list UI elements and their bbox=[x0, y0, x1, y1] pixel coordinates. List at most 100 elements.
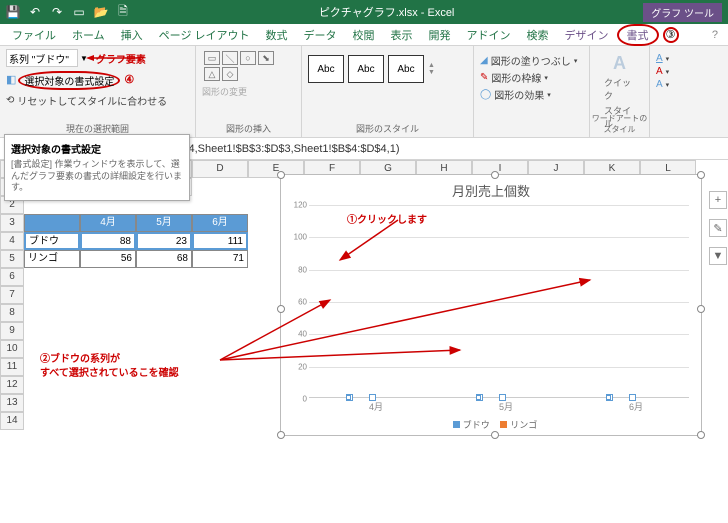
shape-style-gallery[interactable]: Abc Abc Abc ▲ ▼ bbox=[308, 49, 467, 89]
cell[interactable]: 56 bbox=[80, 250, 136, 268]
reset-style-button[interactable]: リセットしてスタイルに合わせる bbox=[17, 93, 167, 108]
annotation-series-1: ②ブドウの系列が bbox=[40, 350, 120, 365]
ribbon-group-wordart: A クイック スタイル ワードアートのスタイル bbox=[590, 46, 650, 137]
legend-label-1: ブドウ bbox=[463, 420, 490, 430]
tab-home[interactable]: ホーム bbox=[64, 24, 113, 46]
chart-bars[interactable]: 4月 5月 6月 bbox=[309, 205, 689, 398]
tab-file[interactable]: ファイル bbox=[4, 24, 64, 46]
chart-elements-button[interactable]: + bbox=[709, 191, 727, 209]
shape-change-button: 図形の変更 bbox=[202, 85, 295, 98]
shape-fill-button[interactable]: ◢図形の塗りつぶし▾ bbox=[480, 53, 583, 68]
tab-search[interactable]: 検索 bbox=[519, 24, 557, 46]
cell[interactable] bbox=[24, 214, 80, 232]
resize-handle[interactable] bbox=[697, 305, 705, 313]
cell[interactable]: 6月 bbox=[192, 214, 248, 232]
chart-legend[interactable]: ブドウ リンゴ bbox=[281, 418, 701, 431]
cell[interactable]: 23 bbox=[136, 232, 192, 250]
shape-gallery[interactable]: ▭ ＼ ○ ⬊ △ ◇ bbox=[202, 49, 278, 83]
chart-title[interactable]: 月別売上個数 bbox=[281, 181, 701, 200]
chart-filter-button[interactable]: ▼ bbox=[709, 247, 727, 265]
cell[interactable]: 111 bbox=[192, 232, 248, 250]
shape-arrow-icon[interactable]: ⬊ bbox=[258, 51, 274, 65]
cell[interactable]: ブドウ bbox=[24, 232, 80, 250]
effects-icon: ◯ bbox=[480, 89, 491, 100]
row-header[interactable]: 6 bbox=[0, 268, 24, 286]
undo-icon[interactable]: ↶ bbox=[28, 5, 42, 19]
gallery-up-icon[interactable]: ▲ bbox=[428, 62, 435, 69]
chart-element-selector[interactable] bbox=[6, 49, 78, 67]
cell[interactable]: リンゴ bbox=[24, 250, 80, 268]
tab-data[interactable]: データ bbox=[296, 24, 345, 46]
annotation-graph-element: グラフ要素 bbox=[96, 51, 146, 66]
shape-oval-icon[interactable]: ○ bbox=[240, 51, 256, 65]
format-selection-button[interactable]: 選択対象の書式設定 bbox=[18, 71, 120, 90]
cell[interactable]: 5月 bbox=[136, 214, 192, 232]
tab-developer[interactable]: 開発 bbox=[421, 24, 459, 46]
ribbon-group-styles: Abc Abc Abc ▲ ▼ 図形のスタイル bbox=[302, 46, 474, 137]
open-icon[interactable]: 📂 bbox=[94, 5, 108, 19]
shape-callout-icon[interactable]: ◇ bbox=[222, 67, 238, 81]
new-icon[interactable]: ▭ bbox=[72, 5, 86, 19]
save-icon[interactable]: 💾 bbox=[6, 5, 20, 19]
row-header[interactable]: 9 bbox=[0, 322, 24, 340]
shape-effects-button[interactable]: ◯図形の効果▾ bbox=[480, 87, 583, 102]
cell[interactable]: 88 bbox=[80, 232, 136, 250]
row-header[interactable]: 4 bbox=[0, 232, 24, 250]
resize-handle[interactable] bbox=[277, 431, 285, 439]
resize-handle[interactable] bbox=[491, 171, 499, 179]
resize-handle[interactable] bbox=[277, 171, 285, 179]
ribbon-tabs: ファイル ホーム 挿入 ページ レイアウト 数式 データ 校閲 表示 開発 アド… bbox=[0, 24, 728, 46]
chart-styles-button[interactable]: ✎ bbox=[709, 219, 727, 237]
style-preset-1[interactable]: Abc bbox=[308, 55, 344, 83]
resize-handle[interactable] bbox=[697, 171, 705, 179]
worksheet-grid[interactable]: A B C D E F G H I J K L 1月別売上個数 2 3 4月 5… bbox=[0, 160, 728, 522]
preview-icon[interactable]: 🗎 bbox=[116, 5, 130, 19]
text-effects-button[interactable]: A▾ bbox=[656, 79, 704, 90]
row-header[interactable]: 11 bbox=[0, 358, 24, 376]
row-header[interactable]: 5 bbox=[0, 250, 24, 268]
group-label-styles: 図形のスタイル bbox=[302, 122, 473, 135]
row-header[interactable]: 13 bbox=[0, 394, 24, 412]
tab-view[interactable]: 表示 bbox=[383, 24, 421, 46]
text-outline-button[interactable]: A▾ bbox=[656, 66, 704, 77]
gallery-down-icon[interactable]: ▼ bbox=[428, 69, 435, 76]
shape-outline-button[interactable]: ✎図形の枠線▾ bbox=[480, 70, 583, 85]
style-preset-2[interactable]: Abc bbox=[348, 55, 384, 83]
tab-pagelayout[interactable]: ページ レイアウト bbox=[151, 24, 258, 46]
resize-handle[interactable] bbox=[697, 431, 705, 439]
cell[interactable]: 4月 bbox=[80, 214, 136, 232]
tab-insert[interactable]: 挿入 bbox=[113, 24, 151, 46]
shape-line-icon[interactable]: ＼ bbox=[222, 51, 238, 65]
tab-review[interactable]: 校閲 bbox=[345, 24, 383, 46]
tooltip-format-selection: 選択対象の書式設定 [書式設定] 作業ウィンドウを表示して、選んだグラフ要素の書… bbox=[4, 134, 190, 201]
tab-formulas[interactable]: 数式 bbox=[258, 24, 296, 46]
tab-addins[interactable]: アドイン bbox=[459, 24, 519, 46]
rows: 1月別売上個数 2 3 4月 5月 6月 4 ブドウ 88 23 111 5 リ… bbox=[0, 178, 248, 430]
row-header[interactable]: 7 bbox=[0, 286, 24, 304]
text-fill-button[interactable]: A▾ bbox=[656, 53, 704, 64]
row-header[interactable]: 3 bbox=[0, 214, 24, 232]
cell[interactable]: 68 bbox=[136, 250, 192, 268]
chart-object[interactable]: 月別売上個数 ①クリックします 120 100 80 60 40 20 0 bbox=[280, 174, 702, 436]
cell[interactable]: 71 bbox=[192, 250, 248, 268]
resize-handle[interactable] bbox=[277, 305, 285, 313]
tab-format[interactable]: 書式 bbox=[617, 24, 659, 46]
tab-design[interactable]: デザイン bbox=[557, 24, 617, 46]
row-header[interactable]: 14 bbox=[0, 412, 24, 430]
chart-plot-area[interactable]: 120 100 80 60 40 20 0 4月 bbox=[309, 205, 689, 399]
row-header[interactable]: 8 bbox=[0, 304, 24, 322]
help-icon[interactable]: ? bbox=[712, 29, 718, 41]
shape-rect-icon[interactable]: ▭ bbox=[204, 51, 220, 65]
col-header[interactable]: D bbox=[192, 160, 248, 178]
redo-icon[interactable]: ↷ bbox=[50, 5, 64, 19]
row-header[interactable]: 10 bbox=[0, 340, 24, 358]
ribbon-group-selection: ▼ グラフ要素 ◧ 選択対象の書式設定 ④ ⟲ リセットしてスタイルに合わせる … bbox=[0, 46, 196, 137]
format-selection-icon: ◧ bbox=[6, 73, 16, 86]
shape-tri-icon[interactable]: △ bbox=[204, 67, 220, 81]
outline-icon: ✎ bbox=[480, 72, 488, 83]
x-label: 5月 bbox=[471, 400, 541, 413]
row-header[interactable]: 12 bbox=[0, 376, 24, 394]
wordart-icon[interactable]: A bbox=[613, 53, 626, 74]
style-preset-3[interactable]: Abc bbox=[388, 55, 424, 83]
resize-handle[interactable] bbox=[491, 431, 499, 439]
